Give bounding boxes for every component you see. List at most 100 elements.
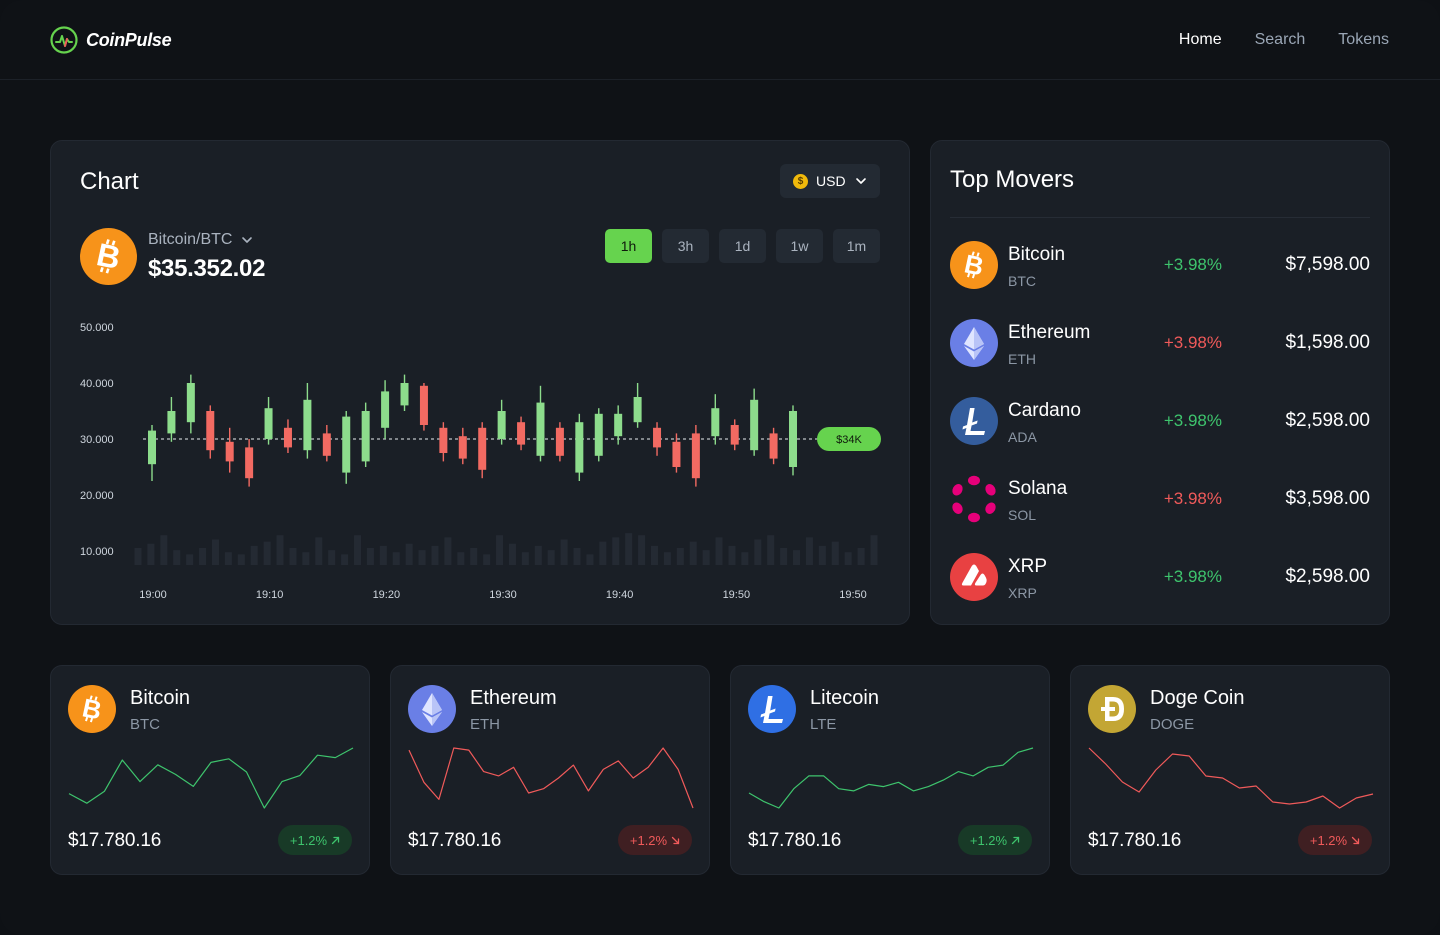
y-tick-label: 40.000 (80, 378, 114, 390)
coin-card-bitcoin[interactable]: B Bitcoin BTC $17.780.16 +1.2% (50, 665, 370, 875)
top-navbar: CoinPulse Home Search Tokens (0, 0, 1440, 80)
candle-body (711, 408, 720, 437)
candle-body (691, 433, 700, 479)
sparkline (1088, 747, 1374, 809)
volume-bar (470, 548, 478, 565)
volume-bar (793, 550, 801, 565)
mover-price: $2,598.00 (1285, 410, 1370, 431)
volume-bar (483, 554, 491, 565)
sparkline-path (68, 747, 354, 809)
mover-price: $3,598.00 (1285, 488, 1370, 509)
arrow-down-right-icon (671, 836, 680, 844)
mover-row-solana[interactable]: Solana SOL +3.98% $3,598.00 (950, 475, 1370, 525)
candle-body (633, 397, 642, 423)
brand-logo[interactable]: CoinPulse (50, 26, 172, 54)
mover-name: Ethereum (1008, 322, 1091, 343)
x-tick-label: 19:30 (489, 589, 517, 601)
coin-name: Litecoin (810, 687, 879, 709)
candlestick-chart[interactable]: 50.000 40.000 30.000 20.000 10.000 $34K 19:00 1… (51, 141, 911, 626)
candle-body (225, 441, 234, 462)
change-badge: +1.2% (958, 825, 1032, 855)
mover-name: Bitcoin (1008, 244, 1066, 265)
nav-tokens[interactable]: Tokens (1338, 31, 1389, 49)
coin-card-litecoin[interactable]: Litecoin LTE $17.780.16 +1.2% (730, 665, 1050, 875)
candle-body (594, 413, 603, 456)
change-value: +1.2% (629, 832, 668, 848)
dogecoin-icon (1088, 685, 1136, 733)
coin-name: Doge Coin (1150, 687, 1245, 709)
volume-bar (689, 541, 697, 565)
coin-card-dogecoin[interactable]: Doge Coin DOGE $17.780.16 +1.2% (1070, 665, 1390, 875)
mover-name: XRP (1008, 556, 1048, 577)
mover-name: Solana (1008, 478, 1068, 499)
mover-row-ethereum[interactable]: Ethereum ETH +3.98% $1,598.00 (950, 319, 1370, 369)
volume-bar (199, 548, 207, 565)
litecoin-icon (950, 397, 998, 445)
candle-body (769, 433, 778, 459)
volume-bar (870, 535, 878, 565)
volume-bar (780, 548, 788, 565)
volume-bar (405, 543, 413, 565)
volume-bar (457, 552, 465, 565)
volume-bar (508, 543, 516, 565)
mover-symbol: ETH (1008, 351, 1036, 367)
volume-bar (289, 548, 297, 565)
volume-bar (702, 550, 710, 565)
volume-bar (638, 535, 646, 565)
mover-row-xrp[interactable]: XRP XRP +3.98% $2,598.00 (950, 553, 1370, 603)
top-movers-card: Top Movers B Bitcoin BTC +3.98% $7,598.0… (930, 140, 1390, 625)
volume-bar (599, 541, 607, 565)
mover-symbol: BTC (1008, 273, 1036, 289)
sparkline-path (1088, 747, 1374, 809)
candle-body (730, 425, 739, 445)
volume-bar (805, 537, 813, 565)
candle-body (361, 411, 370, 462)
change-value: +1.2% (969, 832, 1008, 848)
nav-home[interactable]: Home (1179, 31, 1222, 49)
volume-bar (211, 539, 219, 565)
candle-body (206, 411, 215, 451)
x-tick-label: 19:50 (839, 589, 867, 601)
coin-symbol: ETH (470, 716, 500, 733)
candle-body (342, 416, 351, 473)
candle-body (381, 391, 390, 428)
arrow-down-right-icon (1351, 836, 1360, 844)
top-movers-title: Top Movers (950, 166, 1075, 193)
volume-bar (431, 545, 439, 565)
change-value: +1.2% (289, 832, 328, 848)
coin-symbol: DOGE (1150, 716, 1195, 733)
y-tick-label: 50.000 (80, 322, 114, 334)
coin-price: $17.780.16 (1088, 830, 1182, 851)
volume-bar (173, 550, 181, 565)
candle-body (653, 427, 662, 448)
mover-change: +3.98% (1163, 333, 1222, 352)
volume-bar (263, 541, 271, 565)
candle-body (245, 447, 254, 479)
volume-bar (547, 550, 555, 565)
candle-body (439, 427, 448, 453)
volume-bar (844, 552, 852, 565)
coin-symbol: LTE (810, 716, 837, 733)
mover-symbol: XRP (1008, 585, 1037, 601)
app-window: CoinPulse Home Search Tokens Chart $ USD… (0, 0, 1440, 935)
candle-body (400, 383, 409, 406)
arrow-up-right-icon (331, 836, 340, 844)
candle-body (264, 408, 273, 439)
main-nav: Home Search Tokens (1179, 31, 1389, 49)
mover-change: +3.98% (1163, 255, 1222, 274)
candle-body (517, 422, 526, 445)
volume-bar (379, 545, 387, 565)
volume-bar (767, 535, 775, 565)
coin-price: $17.780.16 (68, 830, 162, 851)
mover-row-cardano[interactable]: Cardano ADA +3.98% $2,598.00 (950, 397, 1370, 447)
coin-card-ethereum[interactable]: Ethereum ETH $17.780.16 +1.2% (390, 665, 710, 875)
volume-bar (366, 548, 374, 565)
mover-symbol: ADA (1008, 429, 1037, 445)
mover-row-bitcoin[interactable]: B Bitcoin BTC +3.98% $7,598.00 (950, 241, 1370, 291)
volume-bar (560, 539, 568, 565)
sparkline (748, 747, 1034, 809)
nav-search[interactable]: Search (1255, 31, 1306, 49)
change-badge: +1.2% (618, 825, 692, 855)
volume-bar (315, 537, 323, 565)
mover-name: Cardano (1008, 400, 1081, 421)
